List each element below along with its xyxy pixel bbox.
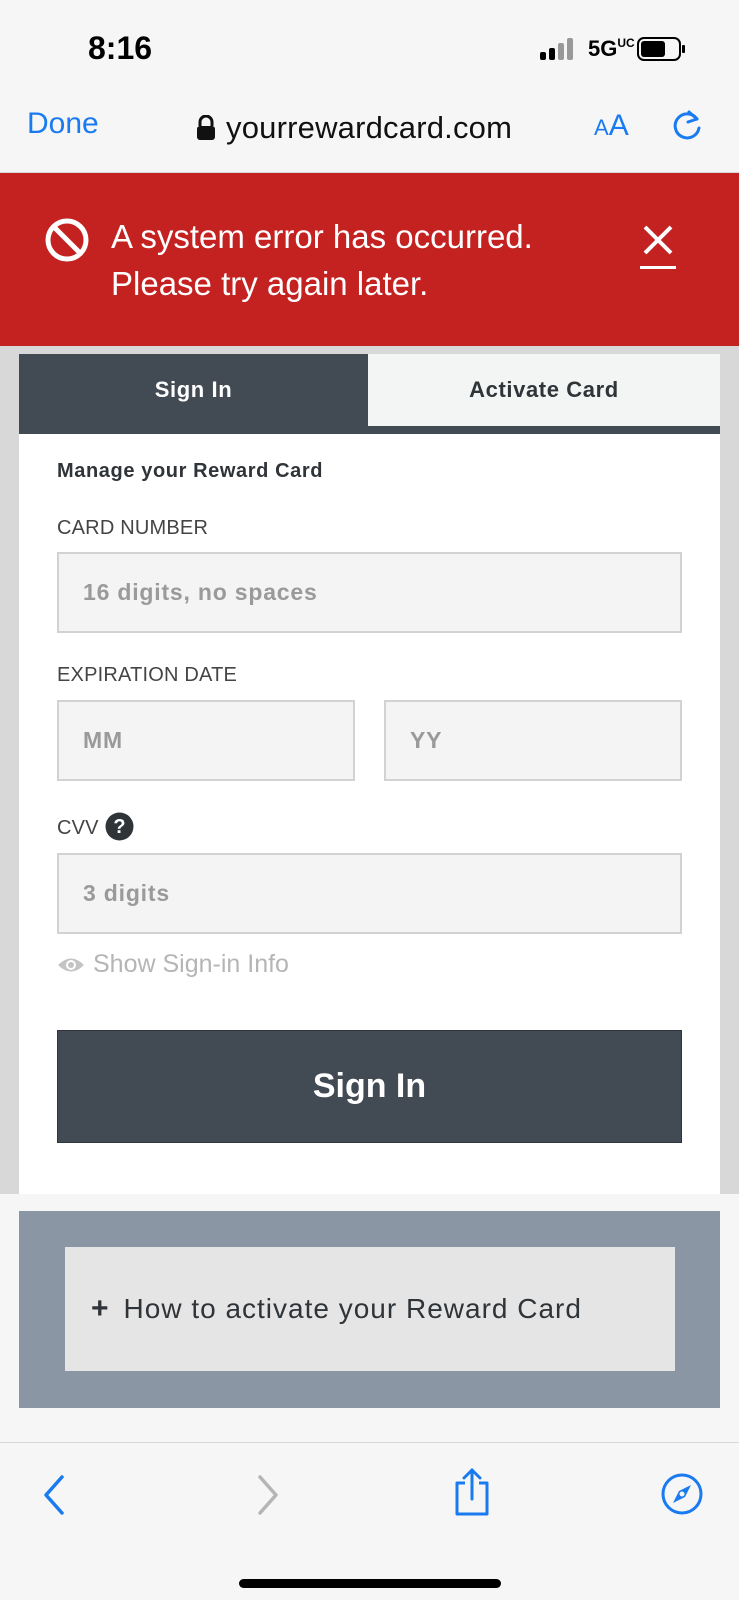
share-icon[interactable]: [452, 1467, 492, 1517]
status-bar: 8:16 5GUC: [0, 0, 739, 95]
cvv-label: CVV: [57, 817, 99, 839]
sign-in-button[interactable]: Sign In: [57, 1030, 682, 1143]
tab-sign-in[interactable]: Sign In: [19, 354, 368, 426]
reload-icon[interactable]: [670, 109, 704, 143]
error-message: A system error has occurred. Please try …: [111, 218, 533, 302]
signal-icon: [540, 38, 576, 60]
expiration-year-input[interactable]: YY: [384, 700, 682, 781]
address-bar[interactable]: yourrewardcard.com: [196, 108, 512, 148]
lock-icon: [197, 115, 215, 140]
network-label: 5GUC: [588, 36, 635, 61]
expiration-label: EXPIRATION DATE: [57, 664, 238, 686]
card-number-input[interactable]: 16 digits, no spaces: [57, 552, 682, 633]
close-underline: [640, 266, 676, 269]
card-number-label: CARD NUMBER: [57, 517, 209, 539]
battery-icon: [637, 37, 685, 61]
tab-activate-card[interactable]: Activate Card: [368, 354, 720, 426]
back-icon[interactable]: [40, 1473, 70, 1517]
eye-icon: [58, 958, 84, 971]
home-indicator: [239, 1579, 501, 1588]
url-text: yourrewardcard.com: [226, 110, 513, 145]
show-signin-info-toggle[interactable]: Show Sign-in Info: [57, 950, 289, 979]
how-to-activate-accordion[interactable]: + How to activate your Reward Card: [65, 1247, 675, 1371]
close-icon[interactable]: [640, 223, 676, 259]
error-prohibit-icon: [45, 218, 89, 262]
text-size-button[interactable]: AA: [594, 109, 629, 143]
help-icon[interactable]: ?: [105, 812, 134, 841]
browser-bar: Done yourrewardcard.com AA: [0, 95, 739, 173]
plus-icon: +: [91, 1292, 110, 1325]
accordion-label: How to activate your Reward Card: [123, 1293, 582, 1324]
status-time: 8:16: [88, 30, 153, 66]
expiration-month-input[interactable]: MM: [57, 700, 355, 781]
forward-icon[interactable]: [252, 1473, 282, 1517]
compass-icon[interactable]: [660, 1472, 704, 1516]
tab-bar: Sign In Activate Card: [19, 354, 720, 434]
browser-toolbar: [0, 1442, 739, 1600]
cvv-input[interactable]: 3 digits: [57, 853, 682, 934]
show-signin-info-label: Show Sign-in Info: [93, 950, 289, 978]
signin-card: Sign In Activate Card Manage your Reward…: [19, 354, 720, 1194]
done-button[interactable]: Done: [27, 107, 99, 141]
form-title: Manage your Reward Card: [57, 460, 324, 482]
error-banner: A system error has occurred. Please try …: [0, 173, 739, 346]
accordion-panel: + How to activate your Reward Card: [19, 1211, 720, 1408]
svg-text:?: ?: [113, 816, 125, 838]
